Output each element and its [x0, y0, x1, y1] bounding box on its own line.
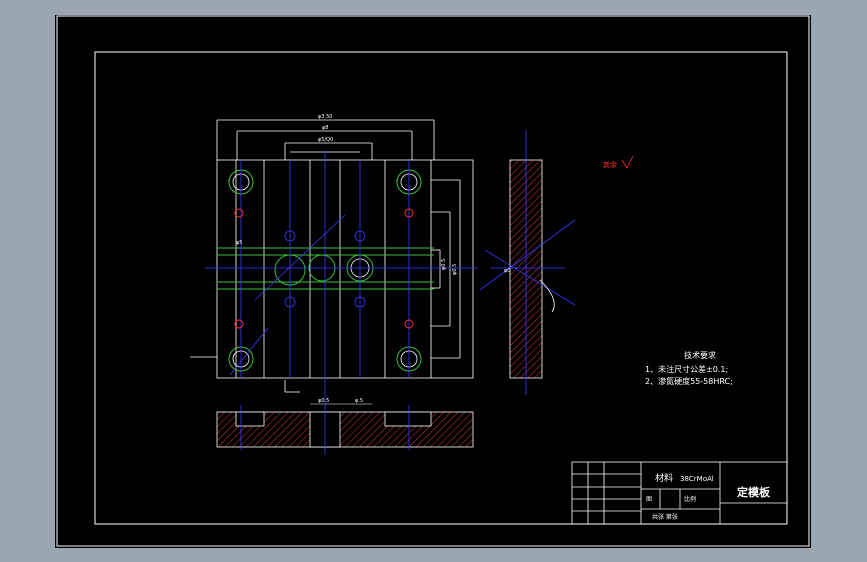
tech-item-1: 1、未注尺寸公差±0.1;: [645, 364, 728, 374]
dim-overall-width: φ3.50: [318, 114, 332, 120]
sheet-label: 共张 第张: [652, 513, 678, 521]
cad-drawing: φ3.50 φ8 φ5/Q0 φ5 φ0.5 φ0.5 φ0.5 φ.5 φ0 …: [55, 15, 811, 548]
ratio-label: 比例: [684, 495, 696, 503]
dim-vertical-2: φ0.5: [452, 264, 458, 275]
part-name: 定模板: [737, 485, 771, 499]
roughness-note: 其余: [603, 160, 617, 169]
dim-inner-width-1: φ8: [322, 125, 328, 131]
tech-heading: 技术要求: [684, 350, 716, 360]
material-label: 材料: [655, 472, 673, 484]
scale-label: 图: [646, 496, 652, 503]
dim-inner-width-2: φ5/Q0: [318, 137, 333, 143]
section-dim-1: φ0.5: [318, 398, 329, 404]
dim-vertical-1: φ0.5: [441, 259, 447, 270]
material-value: 38CrMoAl: [680, 475, 714, 483]
dim-left-slot: φ5: [236, 240, 242, 246]
section-dim-2: φ.5: [355, 398, 363, 404]
side-dim-height: φ0: [504, 268, 510, 274]
tech-item-2: 2、渗氮硬度55-58HRC;: [645, 376, 733, 386]
